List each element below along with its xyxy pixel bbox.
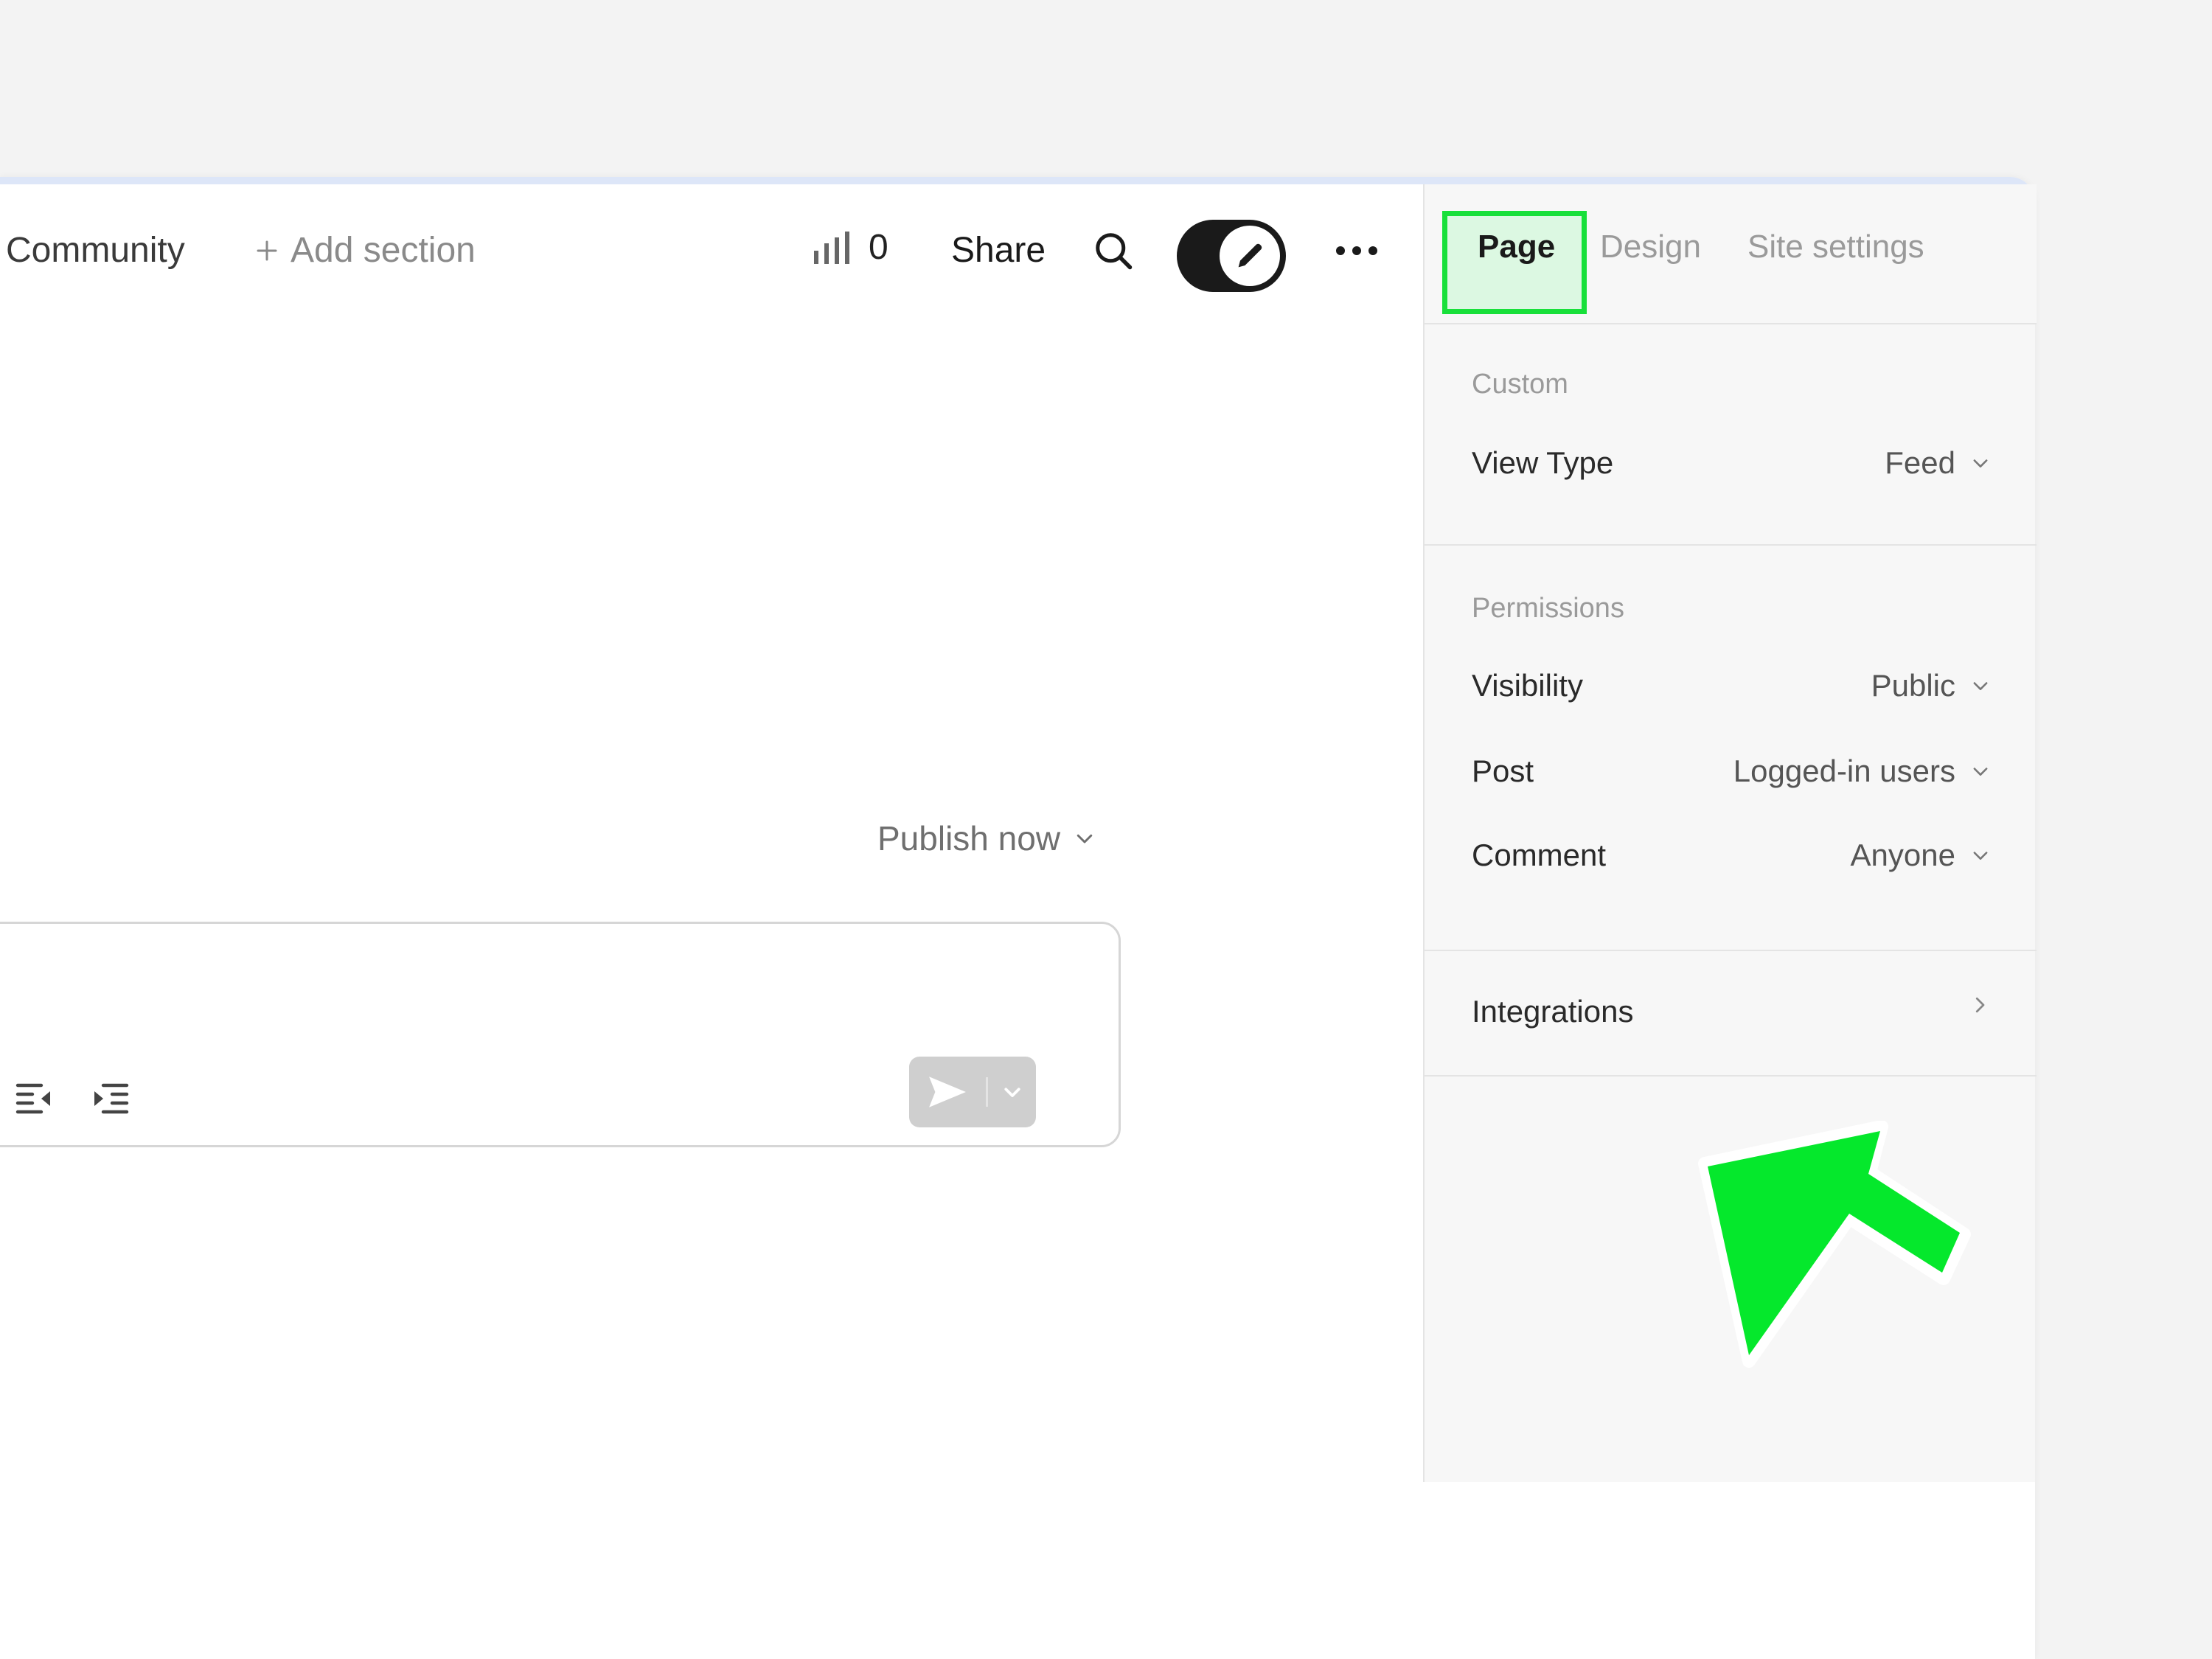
post-composer[interactable]	[0, 922, 1121, 1147]
view-type-label: View Type	[1472, 445, 1614, 480]
chevron-down-icon	[1973, 852, 1988, 860]
indent-icon	[94, 1083, 129, 1114]
visibility-value: Public	[1871, 668, 1955, 703]
add-section-button[interactable]: Add section	[254, 230, 476, 271]
visibility-select[interactable]: Public	[1871, 668, 1991, 703]
publish-now-dropdown[interactable]: Publish now	[877, 818, 1096, 858]
search-icon	[1096, 233, 1133, 270]
post-permission-value: Logged-in users	[1733, 754, 1955, 788]
page-editor: Community Add section 0 Share Publish no…	[0, 184, 1423, 1482]
plus-icon	[257, 240, 277, 260]
stats-button[interactable]: 0	[811, 227, 888, 268]
green-arrow-annotation	[1698, 1121, 1971, 1368]
chevron-down-icon	[1077, 834, 1093, 844]
send-options-button[interactable]	[988, 1057, 1036, 1127]
search-button[interactable]	[1084, 221, 1143, 280]
publish-now-label: Publish now	[877, 819, 1061, 858]
tab-page[interactable]: Page	[1478, 229, 1555, 265]
tab-site-settings[interactable]: Site settings	[1747, 229, 1924, 265]
edit-toggle-knob	[1220, 226, 1280, 286]
edit-mode-toggle[interactable]	[1177, 220, 1286, 292]
send-button[interactable]	[909, 1057, 986, 1127]
chevron-down-icon	[1973, 682, 1988, 690]
post-label: Post	[1472, 754, 1534, 788]
more-horizontal-icon	[1336, 246, 1377, 255]
pencil-icon	[1238, 243, 1262, 268]
permissions-title: Permissions	[1472, 593, 1624, 624]
outdent-icon	[15, 1083, 50, 1114]
indent-button[interactable]	[85, 1071, 136, 1123]
panel-tabs: Page Design Site settings	[1425, 184, 2037, 324]
stats-count: 0	[869, 228, 888, 267]
bar-chart-icon	[814, 231, 849, 264]
outdent-button[interactable]	[8, 1071, 60, 1123]
share-button[interactable]: Share	[951, 230, 1046, 271]
comment-permission-select[interactable]: Anyone	[1851, 838, 1991, 873]
comment-label: Comment	[1472, 838, 1607, 872]
send-button-group	[909, 1057, 1036, 1127]
send-icon	[929, 1077, 966, 1107]
view-type-select[interactable]: Feed	[1885, 445, 1991, 481]
chevron-down-icon	[1004, 1088, 1020, 1097]
integrations-row[interactable]: Integrations	[1425, 951, 2037, 1077]
more-options-button[interactable]	[1327, 221, 1386, 280]
view-type-value: Feed	[1885, 445, 1955, 480]
integrations-label: Integrations	[1472, 994, 1634, 1029]
chevron-right-icon	[1975, 997, 1985, 1013]
permissions-section: Permissions Visibility Public Post Logge…	[1425, 546, 2037, 951]
chevron-down-icon	[1973, 768, 1988, 776]
integrations-chevron	[1969, 994, 1991, 1016]
custom-title: Custom	[1472, 369, 1568, 400]
post-permission-select[interactable]: Logged-in users	[1733, 754, 1991, 789]
visibility-label: Visibility	[1472, 668, 1583, 703]
nav-item-community[interactable]: Community	[6, 230, 185, 271]
tab-design[interactable]: Design	[1600, 229, 1701, 265]
add-section-label: Add section	[291, 231, 476, 270]
comment-permission-value: Anyone	[1850, 838, 1955, 872]
custom-section: Custom View Type Feed	[1425, 324, 2037, 546]
chevron-down-icon	[1973, 459, 1988, 467]
